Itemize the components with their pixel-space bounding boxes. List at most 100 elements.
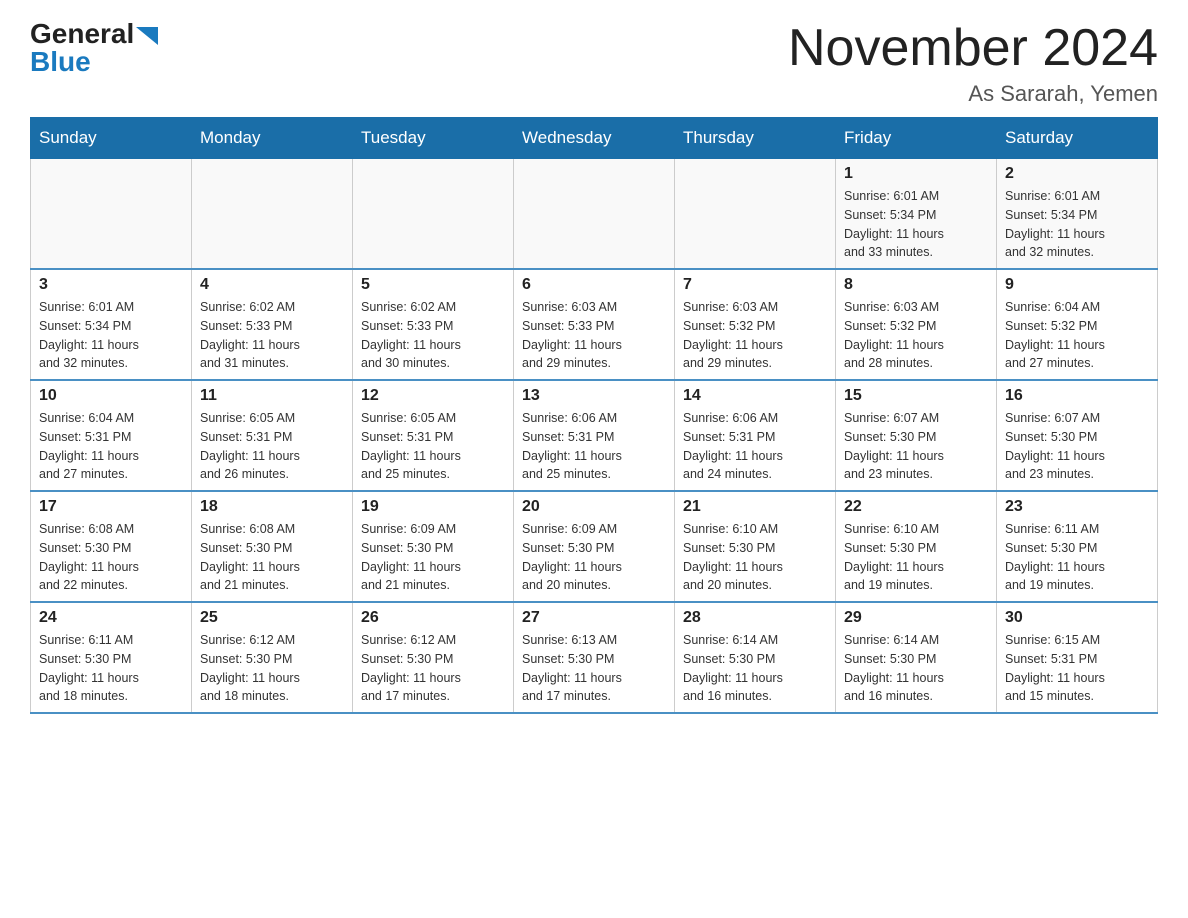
day-number: 9: [1005, 276, 1149, 294]
day-info: Sunrise: 6:05 AMSunset: 5:31 PMDaylight:…: [200, 409, 344, 484]
day-info: Sunrise: 6:10 AMSunset: 5:30 PMDaylight:…: [683, 520, 827, 595]
calendar-day-cell: 10 Sunrise: 6:04 AMSunset: 5:31 PMDayligh…: [31, 380, 192, 491]
calendar-table: SundayMondayTuesdayWednesdayThursdayFrid…: [30, 117, 1158, 714]
calendar-day-cell: 7 Sunrise: 6:03 AMSunset: 5:32 PMDaylight…: [675, 269, 836, 380]
day-number: 17: [39, 498, 183, 516]
day-info: Sunrise: 6:14 AMSunset: 5:30 PMDaylight:…: [683, 631, 827, 706]
day-info: Sunrise: 6:04 AMSunset: 5:32 PMDaylight:…: [1005, 298, 1149, 373]
day-info: Sunrise: 6:01 AMSunset: 5:34 PMDaylight:…: [39, 298, 183, 373]
day-number: 20: [522, 498, 666, 516]
day-number: 5: [361, 276, 505, 294]
day-number: 29: [844, 609, 988, 627]
calendar-day-cell: 4Sunrise: 6:02 AMSunset: 5:33 PMDaylight…: [192, 269, 353, 380]
weekday-header-thursday: Thursday: [675, 118, 836, 159]
day-info: Sunrise: 6:03 AMSunset: 5:32 PMDaylight:…: [683, 298, 827, 373]
day-info: Sunrise: 6:14 AMSunset: 5:30 PMDaylight:…: [844, 631, 988, 706]
day-number: 27: [522, 609, 666, 627]
day-number: 19: [361, 498, 505, 516]
calendar-day-cell: 16 Sunrise: 6:07 AMSunset: 5:30 PMDayligh…: [997, 380, 1158, 491]
day-info: Sunrise: 6:09 AMSunset: 5:30 PMDaylight:…: [361, 520, 505, 595]
day-number: 22: [844, 498, 988, 516]
day-info: Sunrise: 6:03 AMSunset: 5:32 PMDaylight:…: [844, 298, 988, 373]
day-info: Sunrise: 6:01 AMSunset: 5:34 PMDaylight:…: [1005, 187, 1149, 262]
calendar-day-cell: 1 Sunrise: 6:01 AMSunset: 5:34 PMDaylight…: [836, 159, 997, 270]
calendar-body: 1 Sunrise: 6:01 AMSunset: 5:34 PMDaylight…: [31, 159, 1158, 714]
day-info: Sunrise: 6:07 AMSunset: 5:30 PMDaylight:…: [844, 409, 988, 484]
day-number: 16: [1005, 387, 1149, 405]
calendar-day-cell: 3 Sunrise: 6:01 AMSunset: 5:34 PMDaylight…: [31, 269, 192, 380]
day-number: 11: [200, 387, 344, 405]
day-info: Sunrise: 6:15 AMSunset: 5:31 PMDaylight:…: [1005, 631, 1149, 706]
calendar-week-row: 10 Sunrise: 6:04 AMSunset: 5:31 PMDayligh…: [31, 380, 1158, 491]
day-info: Sunrise: 6:04 AMSunset: 5:31 PMDaylight:…: [39, 409, 183, 484]
day-info: Sunrise: 6:13 AMSunset: 5:30 PMDaylight:…: [522, 631, 666, 706]
calendar-day-cell: 17 Sunrise: 6:08 AMSunset: 5:30 PMDayligh…: [31, 491, 192, 602]
calendar-day-cell: 25 Sunrise: 6:12 AMSunset: 5:30 PMDayligh…: [192, 602, 353, 713]
calendar-week-row: 1 Sunrise: 6:01 AMSunset: 5:34 PMDaylight…: [31, 159, 1158, 270]
calendar-day-cell: 12 Sunrise: 6:05 AMSunset: 5:31 PMDayligh…: [353, 380, 514, 491]
logo: General Blue: [30, 20, 158, 78]
day-number: 6: [522, 276, 666, 294]
calendar-day-cell: 5 Sunrise: 6:02 AMSunset: 5:33 PMDaylight…: [353, 269, 514, 380]
calendar-day-cell: 26 Sunrise: 6:12 AMSunset: 5:30 PMDayligh…: [353, 602, 514, 713]
calendar-day-cell: 18 Sunrise: 6:08 AMSunset: 5:30 PMDayligh…: [192, 491, 353, 602]
calendar-day-cell: 29 Sunrise: 6:14 AMSunset: 5:30 PMDayligh…: [836, 602, 997, 713]
day-number: 30: [1005, 609, 1149, 627]
day-number: 28: [683, 609, 827, 627]
day-number: 23: [1005, 498, 1149, 516]
calendar-day-cell: 2 Sunrise: 6:01 AMSunset: 5:34 PMDaylight…: [997, 159, 1158, 270]
calendar-day-cell: [192, 159, 353, 270]
day-number: 10: [39, 387, 183, 405]
day-number: 13: [522, 387, 666, 405]
day-info: Sunrise: 6:11 AMSunset: 5:30 PMDaylight:…: [39, 631, 183, 706]
day-info: Sunrise: 6:02 AMSunset: 5:33 PMDaylight:…: [361, 298, 505, 373]
day-number: 1: [844, 165, 988, 183]
day-info: Sunrise: 6:08 AMSunset: 5:30 PMDaylight:…: [39, 520, 183, 595]
day-info: Sunrise: 6:06 AMSunset: 5:31 PMDaylight:…: [522, 409, 666, 484]
calendar-day-cell: 28 Sunrise: 6:14 AMSunset: 5:30 PMDayligh…: [675, 602, 836, 713]
weekday-header-sunday: Sunday: [31, 118, 192, 159]
calendar-day-cell: 30 Sunrise: 6:15 AMSunset: 5:31 PMDayligh…: [997, 602, 1158, 713]
day-info: Sunrise: 6:10 AMSunset: 5:30 PMDaylight:…: [844, 520, 988, 595]
logo-triangle-icon: [136, 27, 158, 45]
day-number: 2: [1005, 165, 1149, 183]
weekday-header-friday: Friday: [836, 118, 997, 159]
calendar-day-cell: 13 Sunrise: 6:06 AMSunset: 5:31 PMDayligh…: [514, 380, 675, 491]
day-info: Sunrise: 6:07 AMSunset: 5:30 PMDaylight:…: [1005, 409, 1149, 484]
day-number: 26: [361, 609, 505, 627]
logo-blue-text: Blue: [30, 46, 91, 78]
calendar-day-cell: 27 Sunrise: 6:13 AMSunset: 5:30 PMDayligh…: [514, 602, 675, 713]
day-number: 12: [361, 387, 505, 405]
day-info: Sunrise: 6:08 AMSunset: 5:30 PMDaylight:…: [200, 520, 344, 595]
calendar-day-cell: 9 Sunrise: 6:04 AMSunset: 5:32 PMDaylight…: [997, 269, 1158, 380]
day-info: Sunrise: 6:05 AMSunset: 5:31 PMDaylight:…: [361, 409, 505, 484]
day-number: 18: [200, 498, 344, 516]
day-number: 7: [683, 276, 827, 294]
day-info: Sunrise: 6:06 AMSunset: 5:31 PMDaylight:…: [683, 409, 827, 484]
day-number: 25: [200, 609, 344, 627]
calendar-week-row: 24Sunrise: 6:11 AMSunset: 5:30 PMDayligh…: [31, 602, 1158, 713]
day-info: Sunrise: 6:01 AMSunset: 5:34 PMDaylight:…: [844, 187, 988, 262]
calendar-week-row: 3 Sunrise: 6:01 AMSunset: 5:34 PMDaylight…: [31, 269, 1158, 380]
calendar-day-cell: 21Sunrise: 6:10 AMSunset: 5:30 PMDayligh…: [675, 491, 836, 602]
calendar-week-row: 17 Sunrise: 6:08 AMSunset: 5:30 PMDayligh…: [31, 491, 1158, 602]
calendar-day-cell: 20Sunrise: 6:09 AMSunset: 5:30 PMDayligh…: [514, 491, 675, 602]
day-info: Sunrise: 6:12 AMSunset: 5:30 PMDaylight:…: [200, 631, 344, 706]
weekday-header-saturday: Saturday: [997, 118, 1158, 159]
calendar-day-cell: [31, 159, 192, 270]
calendar-day-cell: [514, 159, 675, 270]
calendar-day-cell: 22 Sunrise: 6:10 AMSunset: 5:30 PMDayligh…: [836, 491, 997, 602]
weekday-header-row: SundayMondayTuesdayWednesdayThursdayFrid…: [31, 118, 1158, 159]
calendar-day-cell: [675, 159, 836, 270]
logo-general-text: General: [30, 20, 158, 48]
day-info: Sunrise: 6:12 AMSunset: 5:30 PMDaylight:…: [361, 631, 505, 706]
day-info: Sunrise: 6:11 AMSunset: 5:30 PMDaylight:…: [1005, 520, 1149, 595]
location-subtitle: As Sararah, Yemen: [788, 81, 1158, 107]
page-header: General Blue November 2024 As Sararah, Y…: [30, 20, 1158, 107]
month-year-title: November 2024: [788, 20, 1158, 77]
weekday-header-tuesday: Tuesday: [353, 118, 514, 159]
weekday-header-wednesday: Wednesday: [514, 118, 675, 159]
day-number: 3: [39, 276, 183, 294]
calendar-day-cell: 15Sunrise: 6:07 AMSunset: 5:30 PMDayligh…: [836, 380, 997, 491]
calendar-day-cell: [353, 159, 514, 270]
